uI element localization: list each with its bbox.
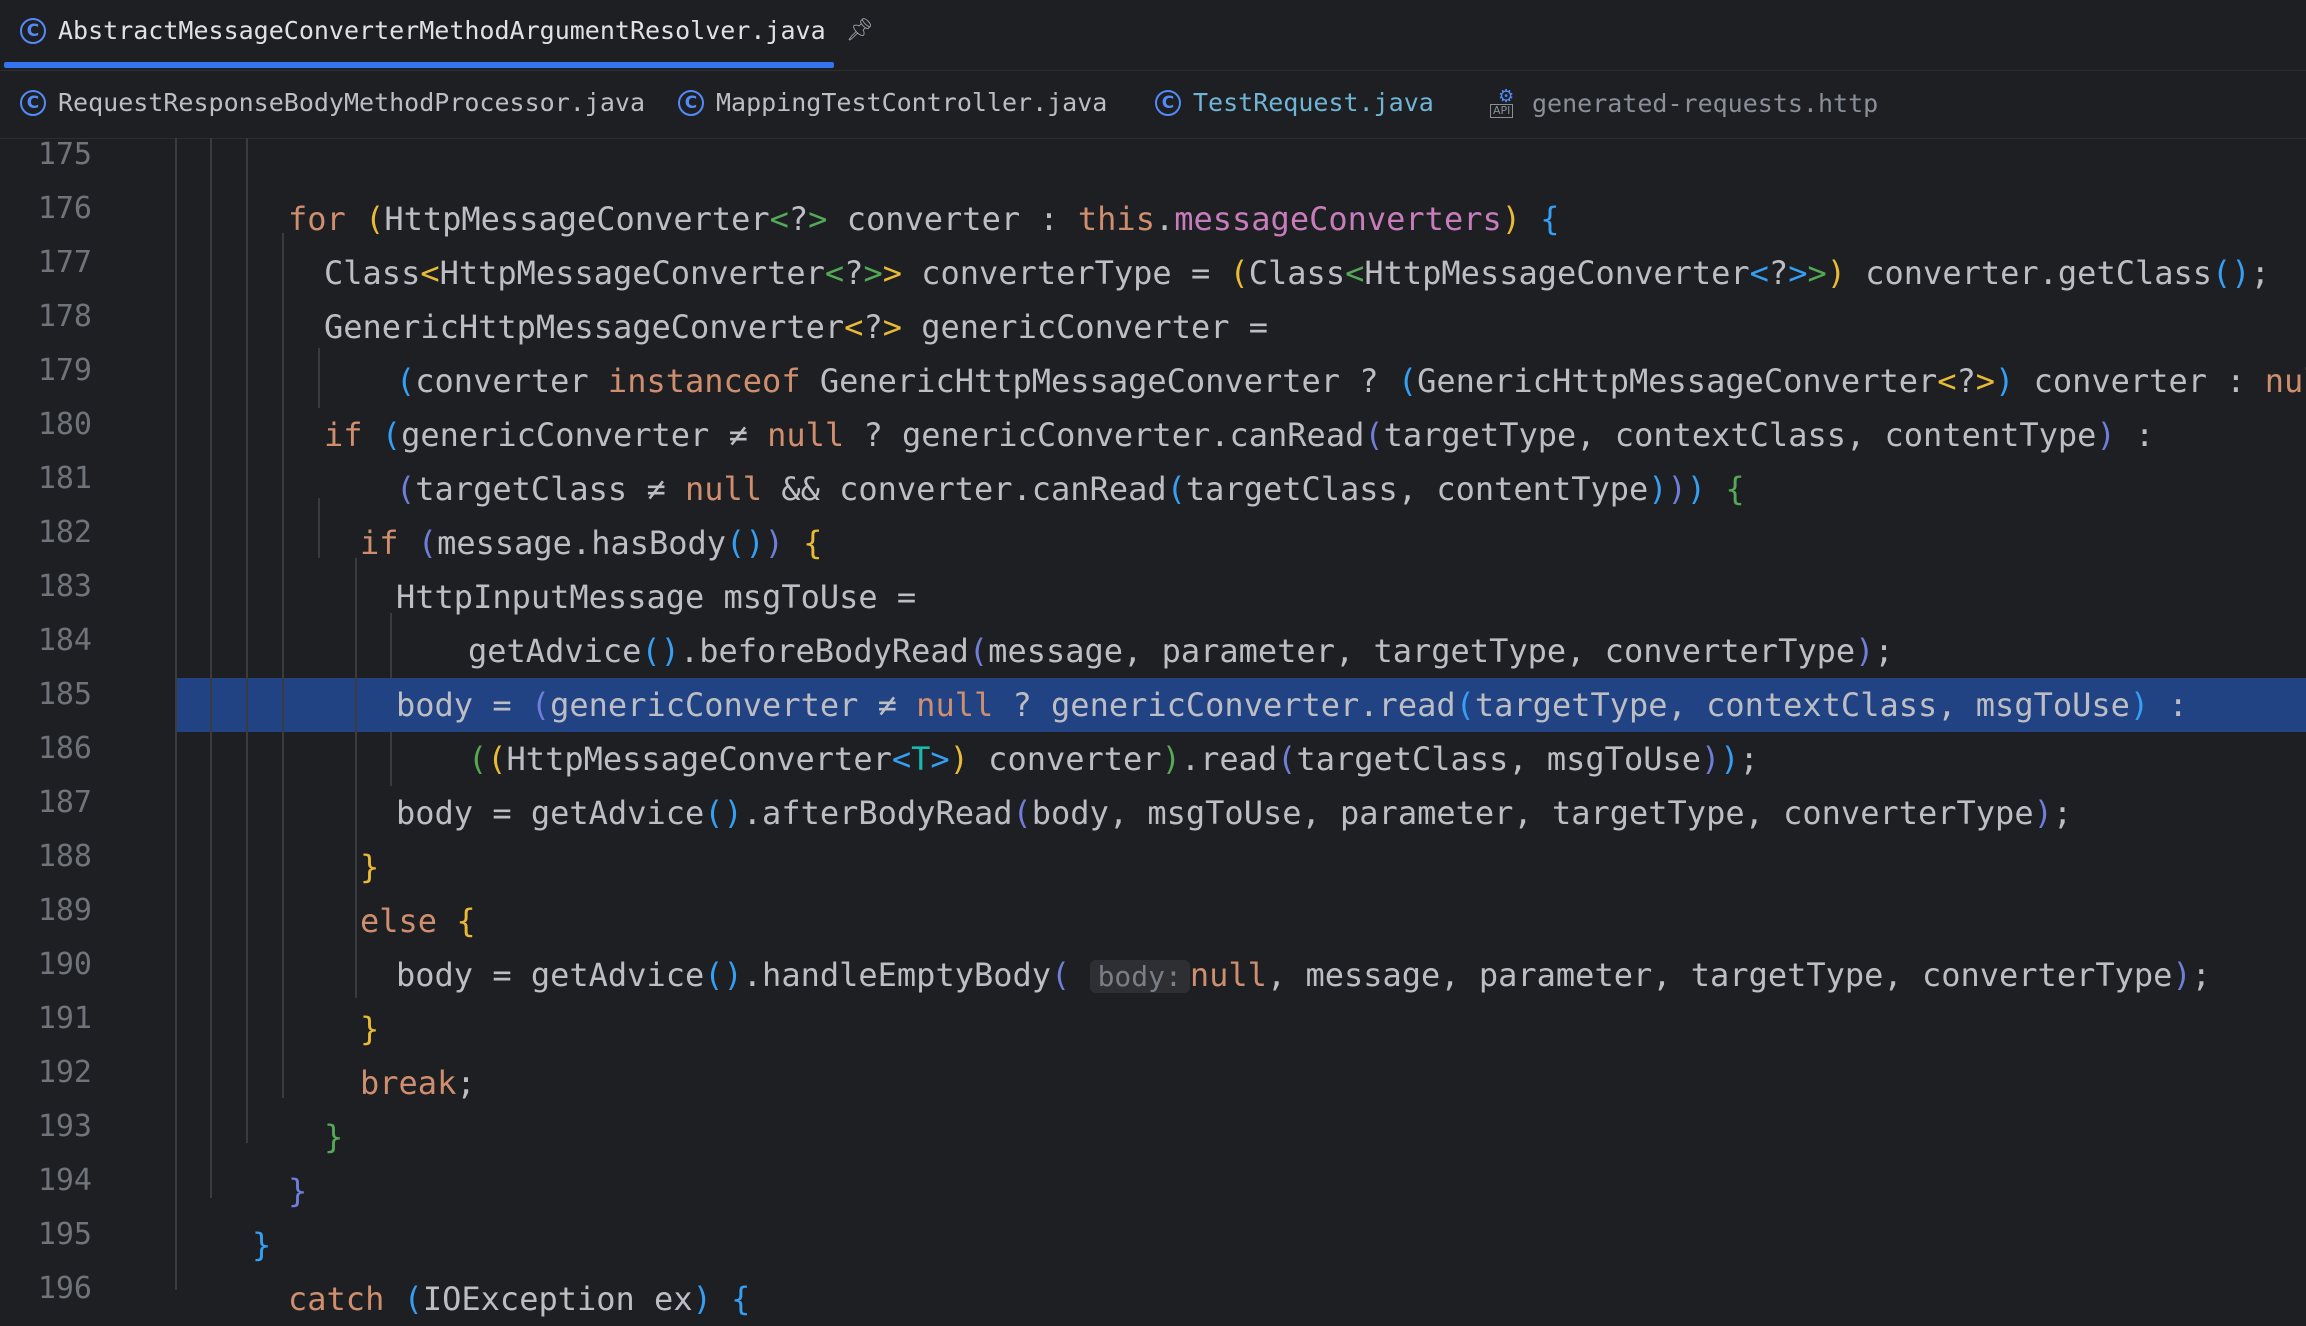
api-file-icon: ⚙ API — [1490, 86, 1520, 118]
tab-label: MappingTestController.java — [716, 88, 1108, 117]
code-line: if (genericConverter ≠ null ? genericCon… — [324, 416, 2155, 454]
tab-test-request[interactable]: C TestRequest.java — [1155, 88, 1434, 117]
code-line: Class<HttpMessageConverter<?>> converter… — [324, 254, 2270, 292]
code-line: HttpInputMessage msgToUse = — [396, 578, 917, 616]
code-line: body = getAdvice().handleEmptyBody( body… — [396, 956, 2211, 994]
tab-label: RequestResponseBodyMethodProcessor.java — [58, 88, 645, 117]
tab-label: generated-requests.http — [1532, 88, 1879, 118]
code-line: (targetClass ≠ null && converter.canRead… — [396, 470, 1745, 508]
tab-mapping-test-controller[interactable]: C MappingTestController.java — [678, 88, 1107, 117]
tab-request-response-processor[interactable]: C RequestResponseBodyMethodProcessor.jav… — [20, 88, 645, 117]
code-line: body = getAdvice().afterBodyRead(body, m… — [396, 794, 2073, 832]
code-line: break; — [360, 1064, 476, 1102]
class-icon: C — [1155, 89, 1181, 116]
code-line: } — [288, 1172, 308, 1210]
code-line: ((HttpMessageConverter<T>) converter).re… — [468, 740, 1759, 778]
code-line: getAdvice().beforeBodyRead(message, para… — [468, 632, 1894, 670]
tab-generated-requests[interactable]: ⚙ API generated-requests.http — [1490, 86, 1879, 118]
code-line: (converter instanceof GenericHttpMessage… — [396, 362, 2306, 400]
editor-tab-bar: C AbstractMessageConverterMethodArgument… — [0, 0, 2306, 71]
code-editor[interactable]: for (HttpMessageConverter<?> converter :… — [0, 138, 2306, 1318]
code-line: } — [360, 848, 380, 886]
code-line: catch (IOException ex) { — [288, 1280, 751, 1318]
tab-label: AbstractMessageConverterMethodArgumentRe… — [58, 16, 826, 45]
code-line: else { — [360, 902, 476, 940]
active-tab-indicator — [4, 62, 834, 68]
tab-abstract-resolver[interactable]: C AbstractMessageConverterMethodArgument… — [20, 16, 874, 45]
class-icon: C — [20, 89, 46, 116]
code-line: if (message.hasBody()) { — [360, 524, 823, 562]
code-line: GenericHttpMessageConverter<?> genericCo… — [324, 308, 1269, 346]
editor-tab-bar-secondary: C RequestResponseBodyMethodProcessor.jav… — [0, 70, 2306, 139]
code-line: } — [252, 1226, 272, 1264]
code-line: } — [360, 1010, 380, 1048]
code-line-selected: body = (genericConverter ≠ null ? generi… — [396, 686, 2188, 724]
inlay-parameter-hint: body: — [1089, 960, 1190, 993]
tab-label: TestRequest.java — [1193, 88, 1434, 117]
code-line: for (HttpMessageConverter<?> converter :… — [288, 200, 1560, 238]
pin-icon[interactable]: 📌︎ — [846, 18, 874, 43]
code-line: } — [324, 1118, 344, 1156]
class-icon: C — [678, 89, 704, 116]
class-icon: C — [20, 17, 46, 44]
